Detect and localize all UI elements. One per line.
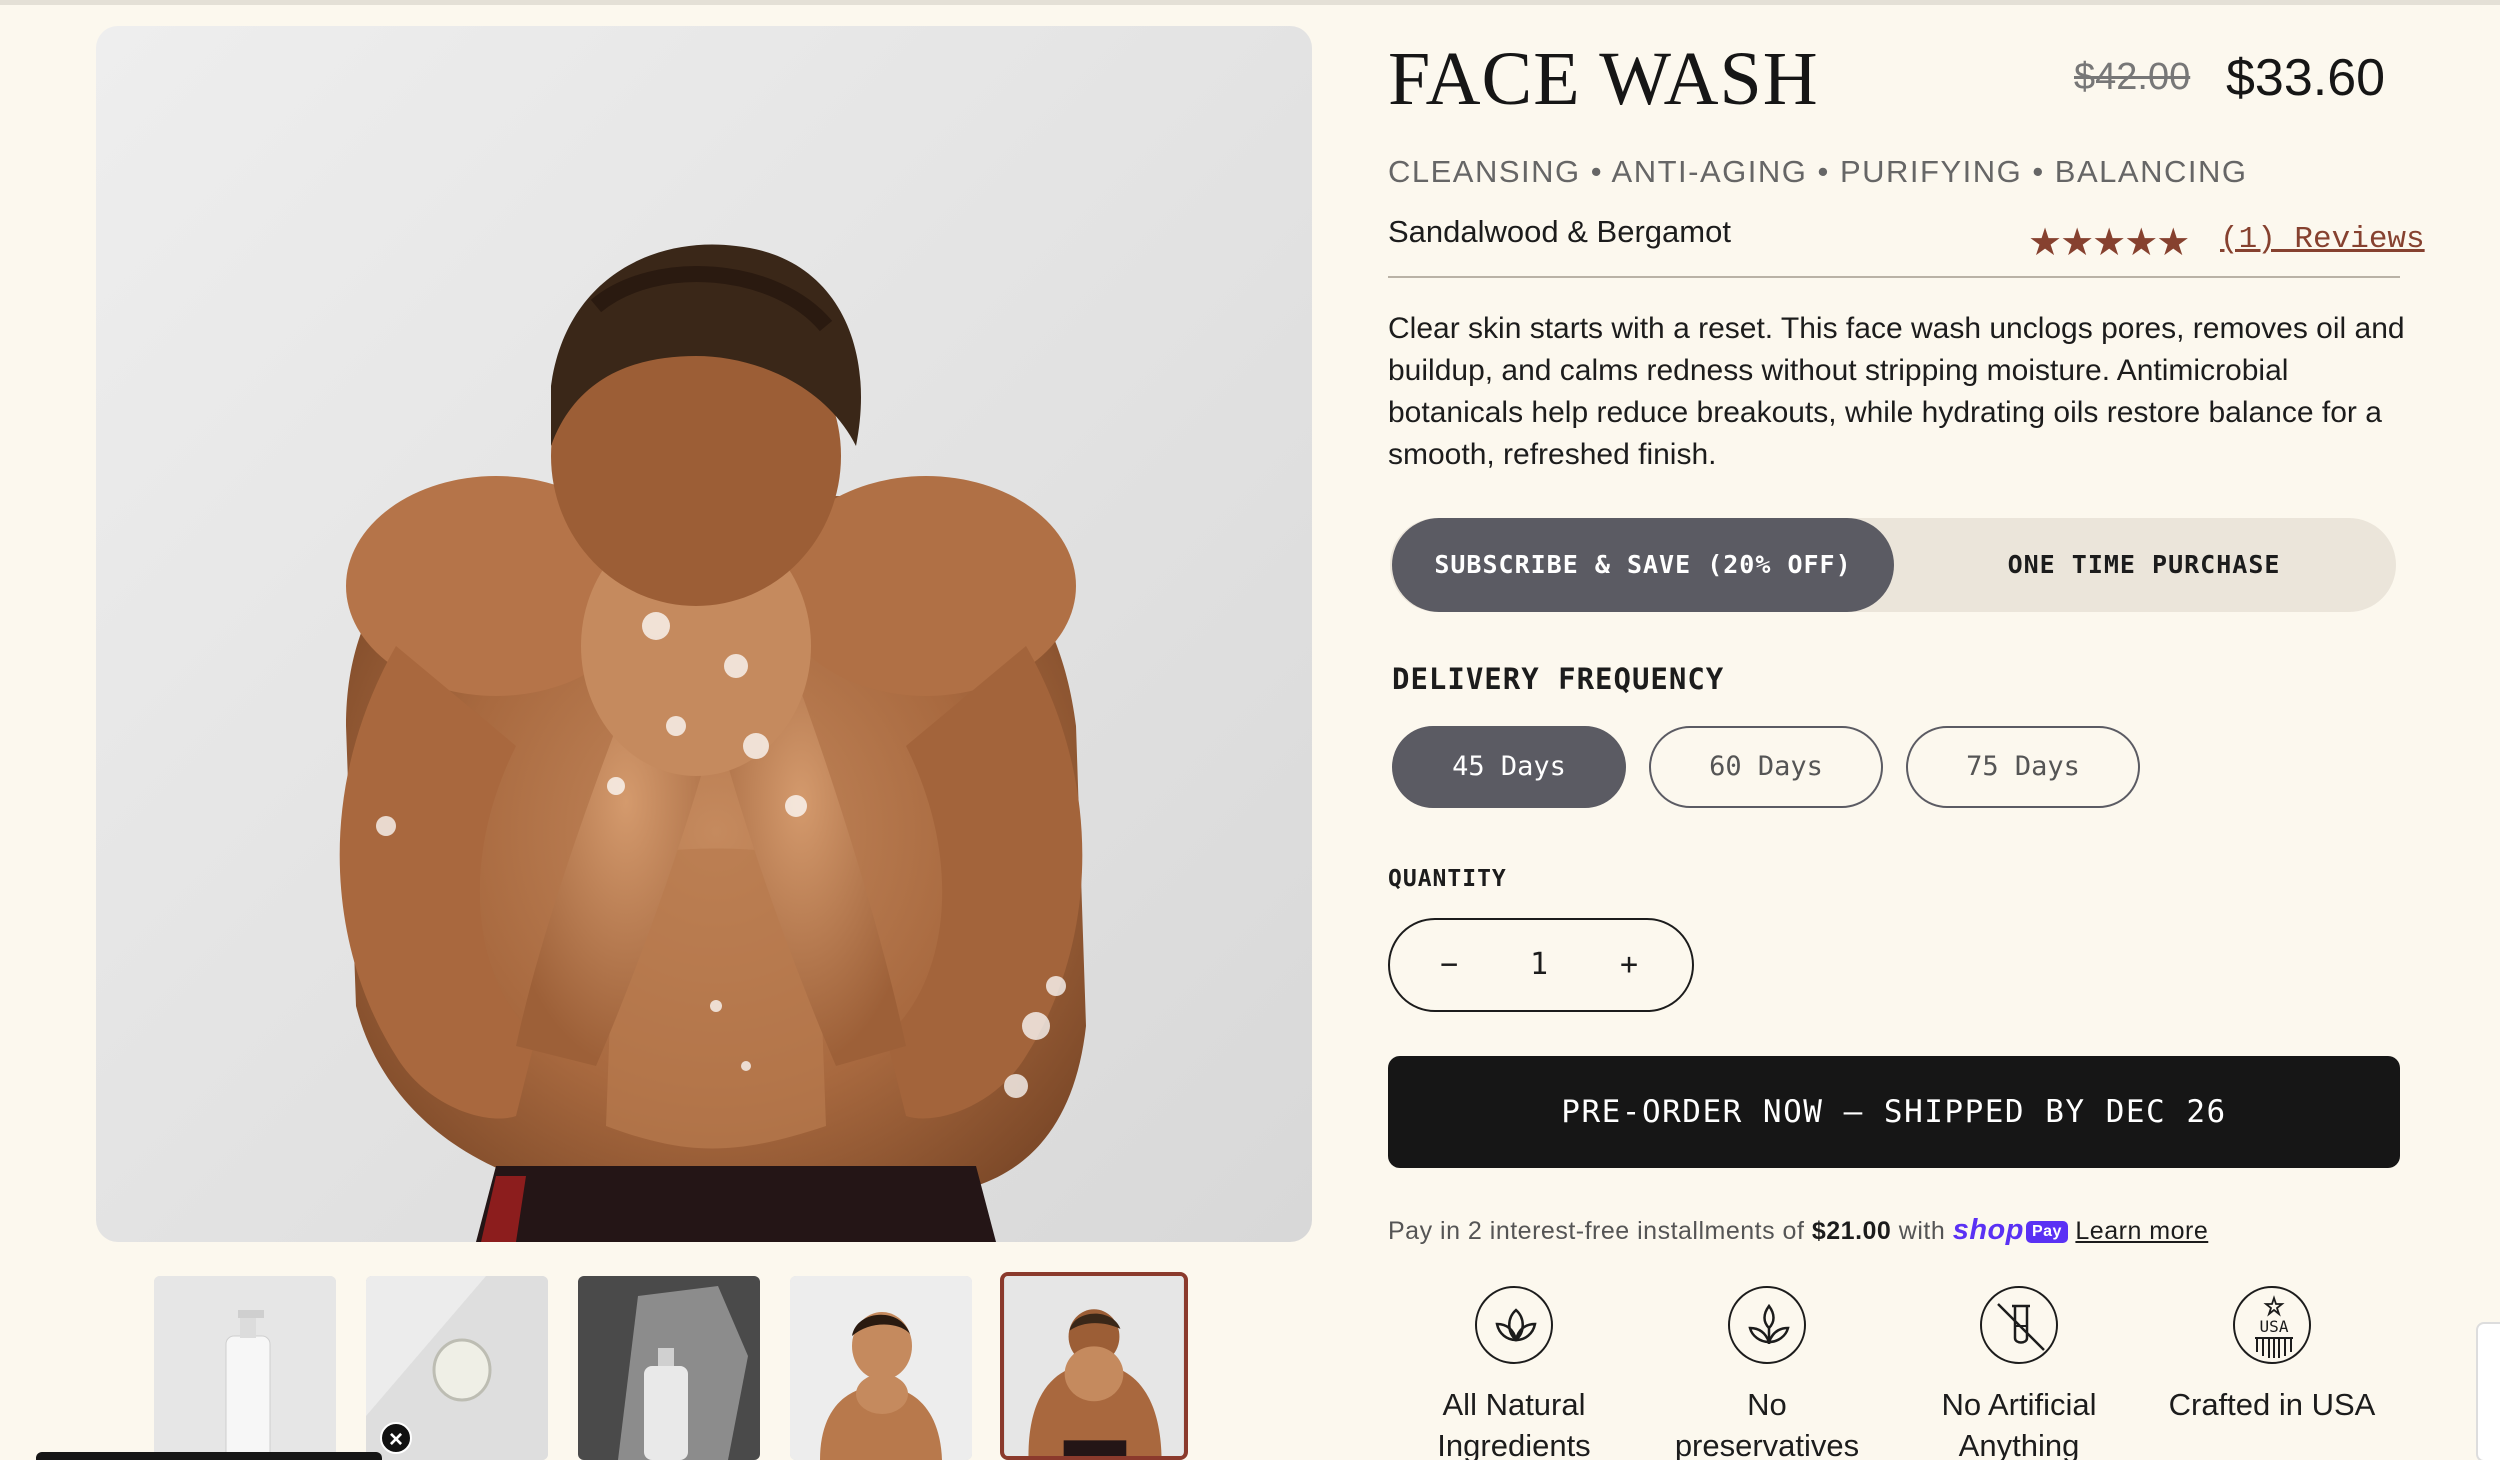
installments-prefix: Pay in 2 interest-free installments of: [1388, 1217, 1805, 1245]
product-title: FACE WASH: [1388, 37, 1819, 121]
thumbnail-bottle-rock[interactable]: [578, 1276, 760, 1460]
shop-pay-badge: Pay: [2025, 1221, 2068, 1243]
main-product-image[interactable]: [96, 26, 1312, 1242]
usa-badge-text: USA: [2260, 1317, 2289, 1336]
product-description: Clear skin starts with a reset. This fac…: [1388, 312, 2405, 471]
feature-label: Anything: [1958, 1428, 2080, 1460]
thumbnail-bottle[interactable]: [154, 1276, 336, 1460]
installment-amount: $21.00: [1811, 1217, 1892, 1245]
frequency-45-days-button[interactable]: 45 Days: [1392, 726, 1626, 808]
bottom-popup-tab[interactable]: [36, 1452, 382, 1460]
frequency-60-days-button[interactable]: 60 Days: [1649, 726, 1883, 808]
learn-more-link[interactable]: Learn more: [2075, 1217, 2208, 1245]
thumbnail-model-washing[interactable]: [1000, 1272, 1188, 1460]
man-washing-face-photo: [339, 244, 1086, 1242]
feature-label: No Artificial: [1941, 1387, 2097, 1422]
feature-no-artificial: No Artificial Anything: [1899, 1286, 2139, 1460]
usa-badge-icon: USA: [2233, 1286, 2311, 1364]
feature-label: All Natural: [1442, 1387, 1586, 1422]
preorder-button[interactable]: PRE-ORDER NOW – SHIPPED BY DEC 26: [1388, 1056, 2400, 1168]
feature-label: No: [1747, 1387, 1787, 1422]
one-time-purchase-option[interactable]: ONE TIME PURCHASE: [1894, 518, 2394, 612]
feature-crafted-usa: USA Crafted in USA: [2152, 1286, 2392, 1425]
product-scent: Sandalwood & Bergamot: [1388, 214, 1731, 249]
purchase-type-toggle: SUBSCRIBE & SAVE (20% OFF) ONE TIME PURC…: [1390, 518, 2396, 612]
shop-pay-logo: shop: [1952, 1214, 2024, 1246]
model-washing-image: [1004, 1276, 1184, 1456]
subscribe-save-option[interactable]: SUBSCRIBE & SAVE (20% OFF): [1392, 518, 1894, 612]
feature-no-preservatives: No preservatives: [1647, 1286, 1887, 1460]
sale-price: $33.60: [2226, 49, 2386, 107]
model-smile-image: [790, 1276, 972, 1460]
thumbnail-model-smile[interactable]: [790, 1276, 972, 1460]
reviews-link[interactable]: (1) Reviews: [2220, 222, 2425, 257]
top-border: [0, 0, 2500, 5]
decrease-quantity-button[interactable]: −: [1440, 920, 1458, 1010]
star-rating-icon: ★★★★★: [2028, 222, 2190, 264]
feature-label: preservatives: [1674, 1428, 1860, 1460]
installments-info: Pay in 2 interest-free installments of $…: [1388, 1214, 2208, 1247]
feature-label: Crafted in USA: [2168, 1387, 2376, 1422]
frequency-75-days-button[interactable]: 75 Days: [1906, 726, 2140, 808]
bottle-image: [154, 1276, 336, 1460]
installments-with: with: [1898, 1217, 1946, 1245]
feature-label: Ingredients: [1437, 1428, 1591, 1460]
quantity-value[interactable]: 1: [1530, 920, 1548, 1010]
plant-icon: [1728, 1286, 1806, 1364]
close-icon[interactable]: ×: [380, 1422, 412, 1454]
quantity-label: QUANTITY: [1388, 866, 1507, 892]
original-price: $42.00: [2074, 56, 2191, 98]
quantity-stepper: − 1 +: [1388, 918, 1694, 1012]
feature-all-natural: All Natural Ingredients: [1394, 1286, 1634, 1460]
delivery-frequency-label: DELIVERY FREQUENCY: [1392, 662, 1725, 696]
increase-quantity-button[interactable]: +: [1620, 920, 1638, 1010]
leaf-icon: [1475, 1286, 1553, 1364]
product-benefits: CLEANSING • ANTI-AGING • PURIFYING • BAL…: [1388, 154, 2248, 189]
bottle-rock-image: [578, 1276, 760, 1460]
test-tube-slash-icon: [1980, 1286, 2058, 1364]
divider: [1388, 276, 2400, 278]
side-widget-tab[interactable]: [2476, 1322, 2500, 1460]
